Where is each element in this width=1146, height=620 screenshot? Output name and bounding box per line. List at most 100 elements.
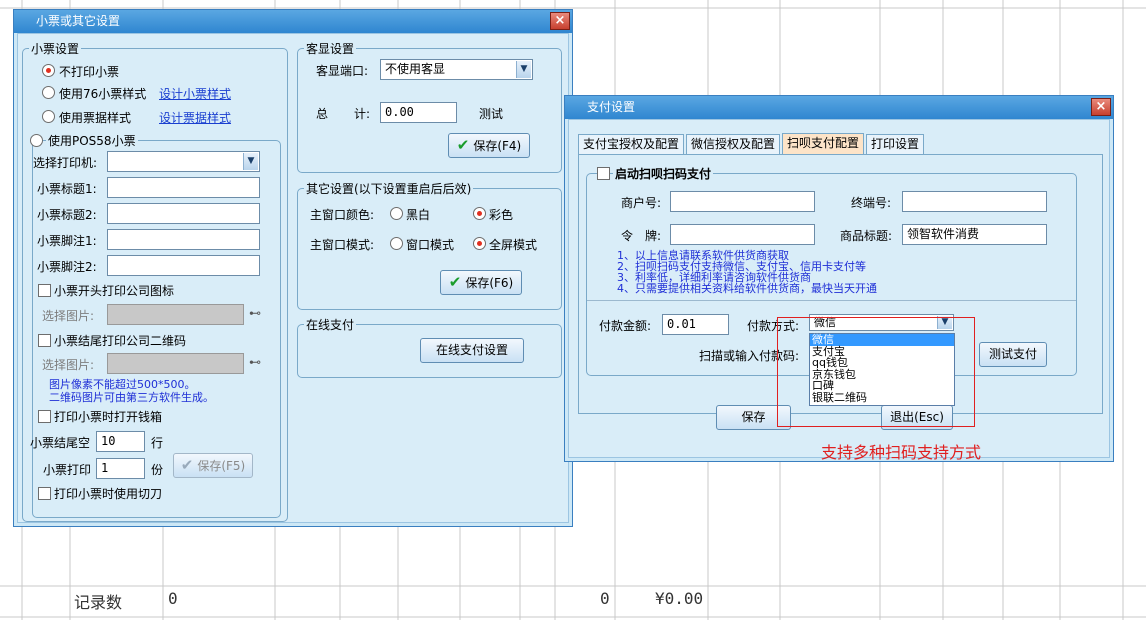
terminal-input[interactable]	[902, 191, 1047, 212]
receipt-settings-group: 小票设置 不打印小票 使用76小票样式 设计小票样式 使用票据样式 设计票据样式…	[22, 40, 288, 522]
online-payment-settings-button[interactable]: 在线支付设置	[420, 338, 524, 363]
footer1-label: 小票脚注1:	[37, 234, 97, 248]
binoculars-icon[interactable]: ⊷	[249, 355, 261, 369]
receipt-window-titlebar[interactable]: 小票或其它设置	[14, 10, 572, 33]
pos58-radio[interactable]	[30, 134, 43, 147]
total-input[interactable]: 0.00	[380, 102, 457, 123]
end-blank-label: 小票结尾空	[30, 436, 91, 450]
display-port-value: 不使用客显	[385, 62, 446, 76]
token-label-left: 令	[621, 229, 634, 243]
save-receipt-label: 保存(F5)	[197, 459, 246, 473]
color-bw-radio[interactable]	[390, 207, 403, 220]
records-label: 记录数	[74, 593, 123, 612]
test-payment-label: 测试支付	[988, 347, 1037, 361]
color-bw-label: 黑白	[406, 208, 431, 222]
other-group-title: 其它设置(以下设置重启后后效)	[304, 180, 474, 197]
select-image-label: 选择图片:	[42, 309, 95, 323]
style-76-radio[interactable]	[42, 86, 55, 99]
logo-image-input	[107, 304, 244, 325]
bill-style-label: 使用票据样式	[59, 111, 132, 125]
save-display-button[interactable]: ✔ 保存(F4)	[448, 133, 530, 158]
title2-input[interactable]	[107, 203, 260, 224]
records-value: 0	[168, 589, 178, 608]
copies-input[interactable]: 1	[96, 458, 145, 479]
chevron-down-icon: ▼	[243, 153, 258, 170]
checkmark-icon: ✔	[456, 136, 470, 154]
cash-drawer-checkbox[interactable]	[38, 410, 51, 423]
logo-check-label: 小票开头打印公司图标	[54, 284, 175, 298]
merchant-input[interactable]	[670, 191, 815, 212]
test-display-label[interactable]: 测试	[479, 105, 503, 122]
amount-input[interactable]: 0.01	[662, 314, 729, 335]
display-group-title: 客显设置	[304, 40, 357, 57]
save-payment-label: 保存	[741, 410, 766, 424]
qrcode-check-label: 小票结尾打印公司二维码	[54, 334, 187, 348]
logo-checkbox[interactable]	[38, 284, 51, 297]
payment-window-titlebar[interactable]: 支付设置	[565, 96, 1113, 119]
window-color-label: 主窗口颜色:	[310, 208, 375, 222]
receipt-settings-window: 小票或其它设置 × 小票设置 不打印小票 使用76小票样式 设计小票样式 使用票…	[13, 9, 573, 527]
title1-input[interactable]	[107, 177, 260, 198]
checkmark-icon: ✔	[180, 456, 194, 474]
binoculars-icon[interactable]: ⊷	[249, 306, 261, 320]
footer1-input[interactable]	[107, 229, 260, 250]
other-settings-group: 其它设置(以下设置重启后后效) 主窗口颜色: 黑白 彩色 主窗口模式: 窗口模式…	[297, 180, 562, 310]
design-receipt-link[interactable]: 设计小票样式	[159, 85, 231, 102]
save-other-label: 保存(F6)	[465, 276, 514, 290]
no-print-label: 不打印小票	[59, 65, 120, 79]
product-title-label: 商品标题:	[840, 229, 893, 243]
no-print-radio[interactable]	[42, 64, 55, 77]
design-bill-link[interactable]: 设计票据样式	[159, 109, 231, 126]
amount-value: ¥0.00	[655, 589, 704, 608]
tab-wechat[interactable]: 微信授权及配置	[686, 134, 781, 154]
receipt-window-title: 小票或其它设置	[36, 14, 121, 28]
mode-window-label: 窗口模式	[406, 238, 455, 252]
merchant-label: 商户号:	[621, 196, 662, 210]
bill-style-radio[interactable]	[42, 110, 55, 123]
display-port-select[interactable]: 不使用客显 ▼	[380, 59, 533, 80]
test-payment-button[interactable]: 测试支付	[979, 342, 1047, 367]
printer-label: 选择打印机:	[33, 156, 98, 170]
color-color-radio[interactable]	[473, 207, 486, 220]
lines-unit-label: 行	[151, 436, 164, 450]
window-mode-label: 主窗口模式:	[310, 238, 375, 252]
receipt-window-body: 小票设置 不打印小票 使用76小票样式 设计小票样式 使用票据样式 设计票据样式…	[17, 33, 569, 523]
token-label-right: 牌:	[645, 229, 662, 243]
enable-saobei-label: 启动扫呗扫码支付	[613, 165, 714, 182]
annotation-box	[777, 317, 975, 427]
tab-print[interactable]: 打印设置	[866, 134, 925, 154]
enable-saobei-checkbox[interactable]	[597, 167, 610, 180]
save-other-button[interactable]: ✔ 保存(F6)	[440, 270, 522, 295]
customer-display-group: 客显设置 客显端口: 不使用客显 ▼ 总 计: 0.00 测试 ✔ 保存(F4)	[297, 40, 562, 173]
note-line-4: 4、只需要提供相关资料给软件供货商，最快当天开通	[617, 282, 877, 295]
printer-select[interactable]: ▼	[107, 151, 260, 172]
display-port-label: 客显端口:	[316, 64, 369, 78]
divider	[587, 300, 1076, 301]
cutter-checkbox[interactable]	[38, 487, 51, 500]
title1-label: 小票标题1:	[37, 182, 97, 196]
qrcode-image-input	[107, 353, 244, 374]
select-image-label-2: 选择图片:	[42, 358, 95, 372]
mode-window-radio[interactable]	[390, 237, 403, 250]
payment-window-close-button[interactable]: ×	[1091, 98, 1111, 116]
product-title-input[interactable]: 领智软件消费	[902, 224, 1047, 245]
tab-alipay[interactable]: 支付宝授权及配置	[578, 134, 685, 154]
title2-label: 小票标题2:	[37, 208, 97, 222]
end-blank-input[interactable]: 10	[96, 431, 145, 452]
total-label-right: 计:	[354, 107, 371, 121]
save-receipt-button[interactable]: ✔ 保存(F5)	[173, 453, 253, 478]
qrcode-hint: 二维码图片可由第三方软件生成。	[49, 391, 214, 404]
copies-unit-label: 份	[151, 463, 164, 477]
qrcode-checkbox[interactable]	[38, 334, 51, 347]
terminal-label: 终端号:	[851, 196, 892, 210]
receipt-window-close-button[interactable]: ×	[550, 12, 570, 30]
color-color-label: 彩色	[489, 208, 514, 222]
footer2-input[interactable]	[107, 255, 260, 276]
token-input[interactable]	[670, 224, 815, 245]
mode-full-label: 全屏模式	[489, 238, 538, 252]
mode-full-radio[interactable]	[473, 237, 486, 250]
online-payment-group: 在线支付 在线支付设置	[297, 316, 562, 378]
tab-saobei[interactable]: 扫呗支付配置	[782, 133, 865, 154]
cash-drawer-label: 打印小票时打开钱箱	[54, 410, 163, 424]
copies-label: 小票打印	[43, 463, 92, 477]
